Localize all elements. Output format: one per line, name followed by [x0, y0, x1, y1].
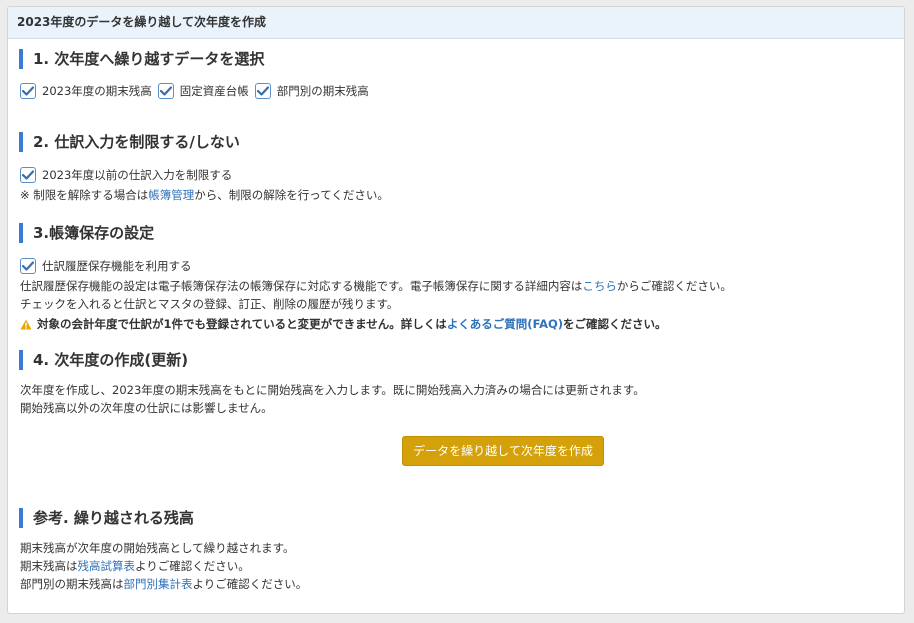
check-icon: [22, 170, 34, 180]
panel-body: 1. 次年度へ繰り越すデータを選択 2023年度の期末残高 固定資産台帳 部門別…: [8, 39, 904, 593]
checkbox-label: 2023年度の期末残高: [42, 84, 152, 98]
checkbox-restrict-entry[interactable]: [20, 167, 36, 183]
warning-text: 対象の会計年度で仕訳が1件でも登録されていると変更ができません。詳しくは: [37, 317, 447, 331]
warning-icon: [20, 319, 32, 330]
desc-text: からご確認ください。: [616, 279, 732, 293]
reference-line-1: 期末残高が次年度の開始残高として繰り越されます。: [20, 541, 295, 555]
section-heading: 4. 次年度の作成(更新): [19, 350, 892, 370]
checkbox-label: 固定資産台帳: [179, 84, 249, 98]
checkbox-period-end-balance[interactable]: [20, 83, 36, 99]
storage-description-2: チェックを入れると仕訳とマスタの登録、訂正、削除の履歴が残ります。: [20, 297, 399, 311]
checkbox-history-storage[interactable]: [20, 258, 36, 274]
note-text: ※ 制限を解除する場合は: [20, 188, 149, 202]
restrict-option-row: 2023年度以前の仕訳入力を制限する: [20, 164, 892, 186]
warning-text: をご確認ください。: [563, 317, 667, 331]
create-next-year-button[interactable]: データを繰り越して次年度を作成: [402, 436, 604, 466]
details-link[interactable]: こちら: [582, 279, 617, 293]
section-heading: 2. 仕訳入力を制限する/しない: [19, 132, 892, 152]
department-summary-link[interactable]: 部門別集計表: [124, 577, 193, 591]
ref-text: 部門別の期末残高は: [20, 577, 124, 591]
section-book-storage: 3.帳簿保存の設定 仕訳履歴保存機能を利用する 仕訳履歴保存機能の設定は電子帳簿…: [19, 223, 892, 333]
faq-link[interactable]: よくあるご質問(FAQ): [447, 315, 563, 333]
ref-text: よりご確認ください。: [135, 559, 250, 573]
check-icon: [22, 86, 34, 96]
section-reference-balances: 参考. 繰り越される残高 期末残高が次年度の開始残高として繰り越されます。 期末…: [19, 508, 892, 593]
section-restrict-entry: 2. 仕訳入力を制限する/しない 2023年度以前の仕訳入力を制限する ※ 制限…: [19, 132, 892, 204]
desc-text: 仕訳履歴保存機能の設定は電子帳簿保存法の帳簿保存に対応する機能です。電子帳簿保存…: [20, 279, 583, 293]
storage-description: 仕訳履歴保存機能の設定は電子帳簿保存法の帳簿保存に対応する機能です。電子帳簿保存…: [20, 277, 892, 295]
section-heading: 参考. 繰り越される残高: [19, 508, 892, 528]
ref-text: 期末残高は: [20, 559, 78, 573]
carry-forward-panel: 2023年度のデータを繰り越して次年度を作成 1. 次年度へ繰り越すデータを選択…: [7, 6, 905, 614]
carry-options: 2023年度の期末残高 固定資産台帳 部門別の期末残高: [20, 80, 892, 102]
checkbox-department-balance[interactable]: [254, 83, 271, 99]
section-heading: 3.帳簿保存の設定: [19, 223, 892, 243]
check-icon: [159, 86, 172, 96]
button-area: データを繰り越して次年度を作成: [20, 436, 892, 466]
ref-text: よりご確認ください。: [192, 577, 308, 591]
check-icon: [22, 261, 34, 271]
note-text: から、制限の解除を行ってください。: [194, 188, 389, 202]
reference-line-2: 期末残高は残高試算表よりご確認ください。: [20, 557, 892, 575]
storage-warning: 対象の会計年度で仕訳が1件でも登録されていると変更ができません。詳しくは よくある…: [20, 315, 892, 333]
section-create-next-year: 4. 次年度の作成(更新) 次年度を作成し、2023年度の期末残高をもとに開始残…: [19, 350, 892, 466]
restrict-note: ※ 制限を解除する場合は帳簿管理から、制限の解除を行ってください。: [20, 186, 892, 204]
check-icon: [256, 86, 269, 96]
checkbox-label: 2023年度以前の仕訳入力を制限する: [42, 168, 233, 182]
panel-title: 2023年度のデータを繰り越して次年度を作成: [8, 7, 904, 39]
checkbox-fixed-asset-ledger[interactable]: [157, 83, 174, 99]
history-option-row: 仕訳履歴保存機能を利用する: [20, 255, 892, 277]
create-description-2: 開始残高以外の次年度の仕訳には影響しません。: [20, 401, 273, 415]
reference-line-3: 部門別の期末残高は部門別集計表よりご確認ください。: [20, 575, 892, 593]
checkbox-label: 仕訳履歴保存機能を利用する: [42, 259, 192, 273]
section-heading: 1. 次年度へ繰り越すデータを選択: [19, 49, 892, 69]
create-description: 次年度を作成し、2023年度の期末残高をもとに開始残高を入力します。既に開始残高…: [20, 383, 645, 397]
section-select-data: 1. 次年度へ繰り越すデータを選択 2023年度の期末残高 固定資産台帳 部門別…: [19, 49, 892, 102]
checkbox-label: 部門別の期末残高: [276, 84, 369, 98]
trial-balance-link[interactable]: 残高試算表: [78, 559, 136, 573]
ledger-management-link[interactable]: 帳簿管理: [148, 188, 194, 202]
